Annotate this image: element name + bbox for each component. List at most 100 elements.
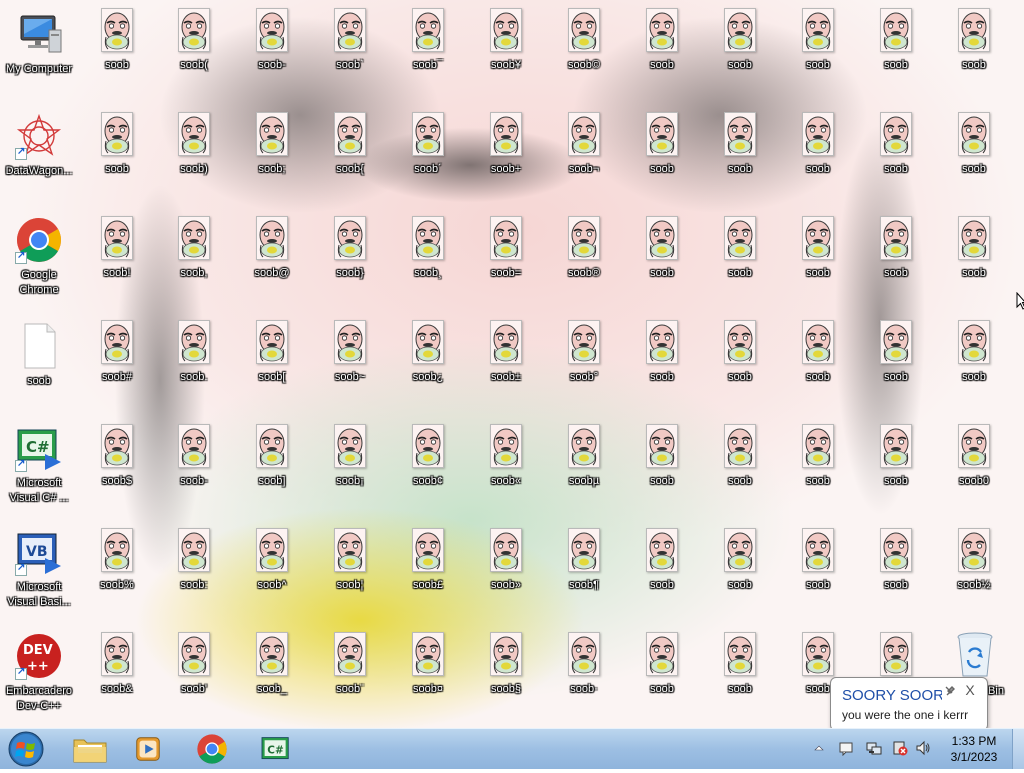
desktop-icon-soob[interactable]: soob} [311,216,389,281]
desktop-icon-soob[interactable]: soob» [467,528,545,593]
pin-icon[interactable] [944,684,956,698]
desktop-icon-soob[interactable]: soob¤ [389,632,467,697]
desktop-icon-soob[interactable]: soob¿ [389,320,467,385]
desktop-icon-soob[interactable]: soob [779,112,857,177]
desktop-icon-soob[interactable]: soob [857,8,935,73]
taskbar-media-player-button[interactable] [120,731,176,767]
no-sound-device-icon[interactable] [892,740,908,756]
desktop-icon-soob[interactable]: soob [857,216,935,281]
volume-icon[interactable] [915,740,931,756]
desktop-icon-soob[interactable]: soob [78,112,156,177]
desktop-icon-soob[interactable]: soob [857,320,935,385]
desktop-icon-soob[interactable]: soob½ [935,528,1013,593]
taskbar-chrome-button[interactable] [184,731,240,767]
desktop-icon-soob[interactable]: soob- [155,424,233,489]
desktop-icon-soob[interactable]: soob [623,632,701,697]
desktop-icon-soob[interactable]: soob£ [389,528,467,593]
desktop-icon-soob[interactable]: soob [701,216,779,281]
desktop-icon-soob[interactable]: soob- [233,8,311,73]
balloon-close-button[interactable]: X [963,682,977,698]
desktop-icon-soob[interactable]: soob [779,424,857,489]
desktop-icon-soob[interactable]: soob© [545,8,623,73]
desktop-icon-visual-csharp[interactable]: C# Microsoft Visual C# ... [0,424,78,506]
desktop-icon-soob[interactable]: soob] [233,424,311,489]
start-button[interactable] [6,730,46,768]
desktop-icon-soob[interactable]: soob [701,320,779,385]
desktop-icon-soob[interactable]: soob; [233,112,311,177]
desktop-icon-soob[interactable]: soob@ [233,216,311,281]
desktop-icon-soob[interactable]: soob [935,320,1013,385]
desktop-icon-soob[interactable]: soob¥ [467,8,545,73]
desktop-icon-soob[interactable]: soob [623,112,701,177]
taskbar-clock[interactable]: 1:33 PM 3/1/2023 [940,733,1008,765]
taskbar-explorer-button[interactable] [62,731,118,767]
desktop-icon-soob[interactable]: soob) [155,112,233,177]
desktop-icon-devcpp[interactable]: DEV ++ Embarcadero Dev-C++ [0,632,78,714]
desktop-icon-soob[interactable]: soob [857,424,935,489]
desktop-icon-soob[interactable]: soob§ [467,632,545,697]
desktop-icon-soob[interactable]: soob¶ [545,528,623,593]
desktop-icon-soob[interactable]: soob· [545,632,623,697]
show-hidden-icons-arrow-icon[interactable] [813,741,825,757]
desktop-icon-soob[interactable]: soob [701,112,779,177]
desktop-icon-soob[interactable]: soob` [311,8,389,73]
desktop-icon-soob[interactable]: soob¢ [389,424,467,489]
desktop-icon-soob[interactable]: soob' [155,632,233,697]
desktop-icon-soob[interactable]: soob [935,216,1013,281]
desktop-icon-soob[interactable]: soob& [78,632,156,697]
desktop-icon-soob[interactable]: soob [935,8,1013,73]
desktop-icon-soob[interactable]: soob [623,424,701,489]
desktop-icon-soob[interactable]: soob0 [935,424,1013,489]
desktop-icon-soob[interactable]: soob¬ [545,112,623,177]
desktop-icon-soob[interactable]: soob^ [233,528,311,593]
desktop-icon-soob[interactable]: soob [779,320,857,385]
desktop-icon-soob[interactable]: soob¡ [311,424,389,489]
desktop-icon-soob[interactable]: soob[ [233,320,311,385]
desktop-icon-soob[interactable]: soob% [78,528,156,593]
desktop-icon-soob[interactable]: soob, [155,216,233,281]
desktop[interactable]: My Computer DataWagon... [0,0,1024,728]
desktop-icon-soob[interactable]: soobµ [545,424,623,489]
desktop-icon-soob[interactable]: soob+ [467,112,545,177]
desktop-icon-soob[interactable]: soob [623,8,701,73]
taskbar-visual-csharp-button[interactable]: C# [248,731,304,767]
desktop-icon-soob[interactable]: soob_ [233,632,311,697]
desktop-icon-soob[interactable]: soob [779,8,857,73]
desktop-icon-soob[interactable]: soob [701,424,779,489]
desktop-icon-soob-blank[interactable]: soob [0,322,78,389]
action-center-icon[interactable] [838,740,854,757]
network-icon[interactable] [866,740,882,756]
desktop-icon-soob[interactable]: soob( [155,8,233,73]
desktop-icon-soob[interactable]: soob= [467,216,545,281]
desktop-icon-soob[interactable]: soob [623,216,701,281]
desktop-icon-soob[interactable]: soob: [155,528,233,593]
desktop-icon-soob[interactable]: soob# [78,320,156,385]
desktop-icon-datawagon[interactable]: DataWagon... [0,112,78,179]
desktop-icon-soob[interactable]: soob« [467,424,545,489]
desktop-icon-soob[interactable]: soob [701,528,779,593]
desktop-icon-soob[interactable]: soob [78,8,156,73]
desktop-icon-soob[interactable]: soob± [467,320,545,385]
desktop-icon-soob[interactable]: soob [623,528,701,593]
desktop-icon-soob[interactable]: soob! [78,216,156,281]
desktop-icon-soob[interactable]: soob [857,112,935,177]
desktop-icon-soob[interactable]: soob. [155,320,233,385]
desktop-icon-soob[interactable]: soob [701,632,779,697]
desktop-icon-soob[interactable]: soob [623,320,701,385]
desktop-icon-soob[interactable]: soob¨ [311,632,389,697]
notification-balloon[interactable]: SOORY SOOR you were the one i kerrr X [830,677,988,746]
desktop-icon-soob[interactable]: soob~ [311,320,389,385]
desktop-icon-soob[interactable]: soob$ [78,424,156,489]
desktop-icon-soob[interactable]: soob´ [389,112,467,177]
desktop-icon-soob[interactable]: soob¸ [389,216,467,281]
desktop-icon-soob[interactable]: soob [779,528,857,593]
desktop-icon-visual-basic[interactable]: VB Microsoft Visual Basi... [0,528,78,610]
desktop-icon-soob[interactable]: soob [857,528,935,593]
desktop-icon-soob[interactable]: soob® [545,216,623,281]
desktop-icon-soob[interactable]: soob¯ [389,8,467,73]
desktop-icon-soob[interactable]: soob [701,8,779,73]
show-desktop-button[interactable] [1012,729,1024,769]
desktop-icon-soob[interactable]: soob{ [311,112,389,177]
desktop-icon-soob[interactable]: soob [935,112,1013,177]
desktop-icon-google-chrome[interactable]: Google Chrome [0,216,78,298]
